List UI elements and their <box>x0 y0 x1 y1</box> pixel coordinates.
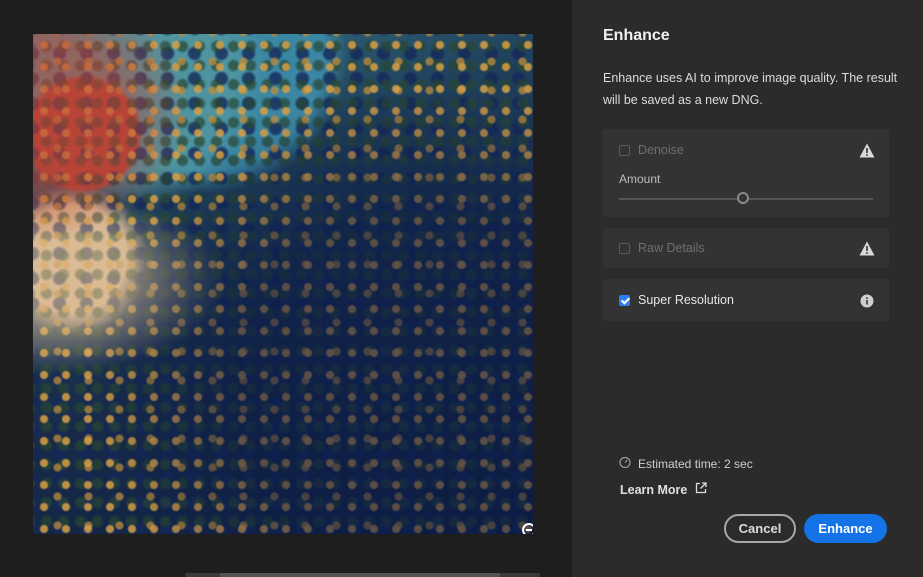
horizontal-scrollbar[interactable] <box>185 573 540 577</box>
denoise-card: Denoise Amount <box>603 129 889 217</box>
amount-slider[interactable] <box>619 192 873 204</box>
amount-label: Amount <box>619 172 661 186</box>
dialog-description: Enhance uses AI to improve image quality… <box>603 71 898 107</box>
super-resolution-label: Super Resolution <box>638 293 734 307</box>
image-shading <box>33 34 533 534</box>
external-link-icon <box>695 482 708 497</box>
warning-icon[interactable] <box>859 240 875 256</box>
warning-icon[interactable] <box>859 142 875 158</box>
dialog-title: Enhance <box>603 27 670 44</box>
info-icon[interactable] <box>859 293 875 309</box>
super-resolution-option[interactable]: Super Resolution <box>619 293 734 307</box>
estimated-time: Estimated time: 2 sec <box>619 456 753 471</box>
denoise-option[interactable]: Denoise <box>619 143 684 157</box>
zoom-out-button[interactable] <box>519 522 533 534</box>
preview-area <box>0 0 572 577</box>
super-resolution-checkbox[interactable] <box>619 294 630 306</box>
zoom-out-icon <box>521 522 533 534</box>
raw-details-label: Raw Details <box>638 241 705 255</box>
amount-slider-thumb[interactable] <box>737 192 750 204</box>
denoise-checkbox[interactable] <box>619 144 630 156</box>
learn-more-link[interactable]: Learn More <box>620 482 708 497</box>
scrollbar-thumb[interactable] <box>220 573 500 577</box>
raw-details-option[interactable]: Raw Details <box>619 241 705 255</box>
cancel-button[interactable]: Cancel <box>724 514 796 543</box>
estimated-time-text: Estimated time: 2 sec <box>638 456 753 471</box>
super-resolution-card: Super Resolution <box>603 279 889 321</box>
raw-details-card: Raw Details <box>603 228 889 268</box>
enhance-button[interactable]: Enhance <box>804 514 887 543</box>
enhance-panel: Enhance Enhance uses AI to improve image… <box>572 0 923 577</box>
timer-icon <box>619 456 631 471</box>
raw-details-checkbox[interactable] <box>619 242 630 254</box>
denoise-label: Denoise <box>638 143 684 157</box>
preview-image[interactable] <box>33 34 533 534</box>
learn-more-label: Learn More <box>620 482 688 497</box>
